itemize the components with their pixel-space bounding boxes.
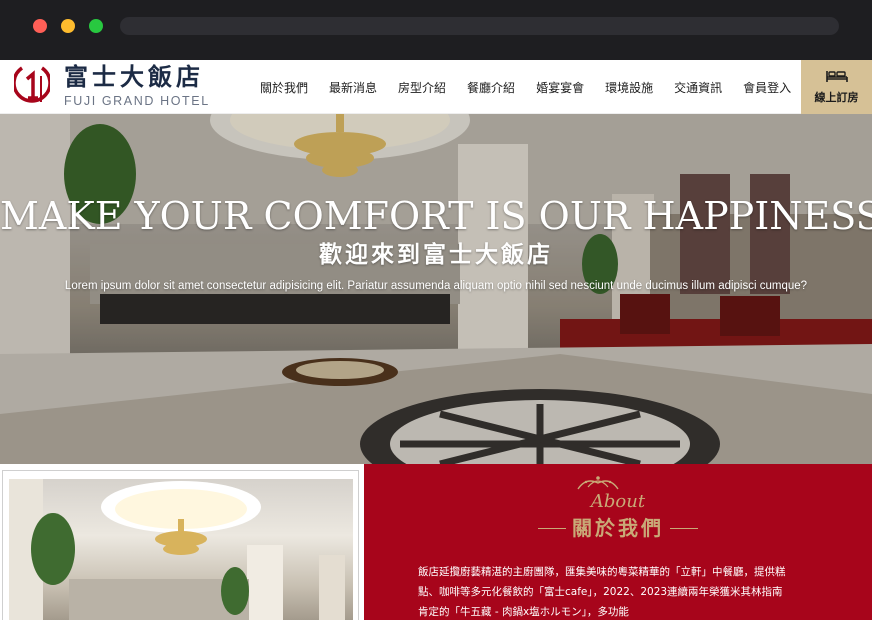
about-photo	[9, 479, 353, 620]
nav-transport[interactable]: 交通資訊	[674, 79, 722, 96]
crown-ornament-icon	[577, 476, 619, 490]
close-window-button[interactable]	[33, 19, 47, 33]
heading-divider-right	[670, 527, 698, 529]
lobby-interior-photo	[9, 479, 345, 620]
hotel-logo-icon[interactable]	[14, 62, 50, 110]
about-photo-card	[0, 464, 364, 620]
hero-title: 歡迎來到富士大飯店	[319, 242, 553, 268]
nav-member-login[interactable]: 會員登入	[743, 79, 791, 96]
browser-chrome	[0, 0, 872, 60]
nav-rooms[interactable]: 房型介紹	[398, 79, 446, 96]
hero-banner: MAKE YOUR COMFORT IS OUR HAPPINESS 歡迎來到富…	[0, 114, 872, 464]
main-nav: 關於我們 最新消息 房型介紹 餐廳介紹 婚宴宴會 環境設施 交通資訊 會員登入	[260, 60, 812, 114]
about-heading-cn: 關於我們	[572, 516, 664, 540]
nav-about[interactable]: 關於我們	[260, 79, 308, 96]
about-heading-row: 關於我們	[364, 514, 872, 542]
logo-chinese-name[interactable]: 富士大飯店	[64, 60, 204, 94]
bed-icon	[825, 71, 848, 82]
book-online-label: 線上訂房	[814, 91, 859, 104]
nav-news[interactable]: 最新消息	[329, 79, 377, 96]
nav-wedding[interactable]: 婚宴宴會	[536, 79, 584, 96]
nav-facilities[interactable]: 環境設施	[605, 79, 653, 96]
nav-dining[interactable]: 餐廳介紹	[467, 79, 515, 96]
hero-description: Lorem ipsum dolor sit amet consectetur a…	[64, 280, 808, 292]
about-photo-frame	[2, 470, 359, 620]
minimize-window-button[interactable]	[61, 19, 75, 33]
heading-divider-left	[538, 527, 566, 529]
logo-english-name[interactable]: FUJI GRAND HOTEL	[64, 94, 210, 108]
about-section: About 關於我們 飯店延攬廚藝精湛的主廚團隊，匯集美味的粵菜精華的「立軒」中…	[364, 464, 872, 620]
address-bar[interactable]	[120, 17, 839, 35]
book-online-button[interactable]: 線上訂房	[801, 60, 872, 114]
about-paragraph: 飯店延攬廚藝精湛的主廚團隊，匯集美味的粵菜精華的「立軒」中餐廳，提供糕點、咖啡等…	[418, 566, 786, 618]
maximize-window-button[interactable]	[89, 19, 103, 33]
about-heading-en: About	[590, 491, 646, 512]
hero-tagline: MAKE YOUR COMFORT IS OUR HAPPINESS	[0, 194, 872, 238]
